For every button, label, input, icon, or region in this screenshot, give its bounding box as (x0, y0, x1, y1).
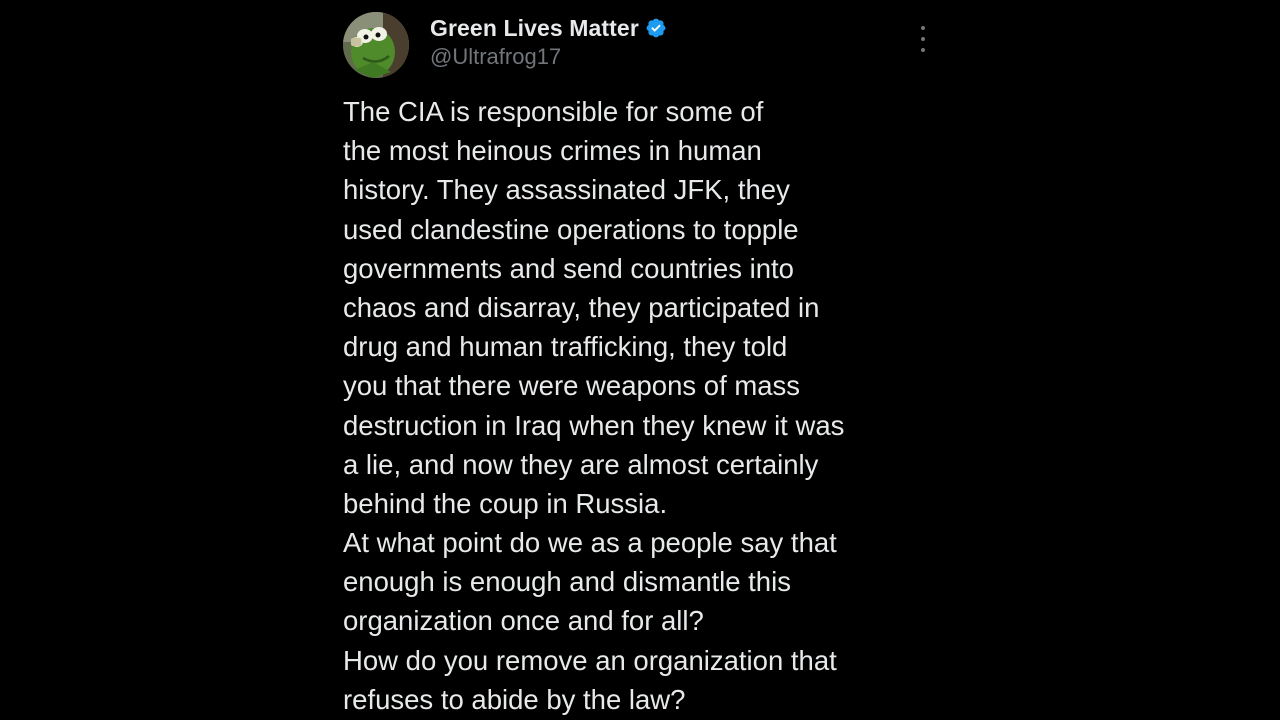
tweet-text-line: refuses to abide by the law? (343, 683, 686, 715)
tweet-text-line: history. They assassinated JFK, they (343, 174, 790, 206)
tweet-text: The CIA is responsible for some of the m… (343, 92, 943, 719)
tweet-text-line: How do you remove an organization that (343, 644, 837, 676)
tweet-text-line: behind the coup in Russia. (343, 487, 668, 519)
tweet-text-line: The CIA is responsible for some of (343, 96, 764, 127)
display-name[interactable]: Green Lives Matter (430, 15, 639, 42)
tweet-text-line: you that there were weapons of mass (343, 370, 801, 402)
tweet-text-line: governments and send countries into (343, 252, 794, 284)
tweet-text-line: used clandestine operations to topple (343, 213, 799, 245)
tweet-text-line: enough is enough and dismantle this (343, 566, 791, 598)
tweet-text-line: destruction in Iraq when they knew it wa… (343, 409, 845, 441)
verified-badge-icon (646, 18, 666, 38)
author-handle[interactable]: @Ultrafrog17 (430, 44, 667, 70)
tweet-text-line: the most heinous crimes in human (343, 135, 762, 167)
tweet: Green Lives Matter @Ultrafrog17 The CIA … (343, 12, 943, 719)
tweet-text-line: drug and human trafficking, they told (343, 331, 788, 363)
tweet-header: Green Lives Matter @Ultrafrog17 (343, 12, 943, 78)
tweet-text-line: At what point do we as a people say that (343, 527, 837, 559)
more-dot (921, 48, 925, 52)
kermit-frog-avatar-icon (343, 12, 409, 78)
avatar[interactable] (343, 12, 409, 78)
author-names: Green Lives Matter @Ultrafrog17 (430, 12, 667, 70)
tweet-text-line: a lie, and now they are almost certainly (343, 448, 819, 480)
more-vertical-icon[interactable] (914, 26, 932, 52)
tweet-text-line: chaos and disarray, they participated in (343, 291, 820, 323)
more-dot (921, 26, 925, 30)
more-dot (921, 37, 925, 41)
name-row: Green Lives Matter (430, 12, 667, 44)
tweet-text-line: organization once and for all? (343, 605, 704, 637)
